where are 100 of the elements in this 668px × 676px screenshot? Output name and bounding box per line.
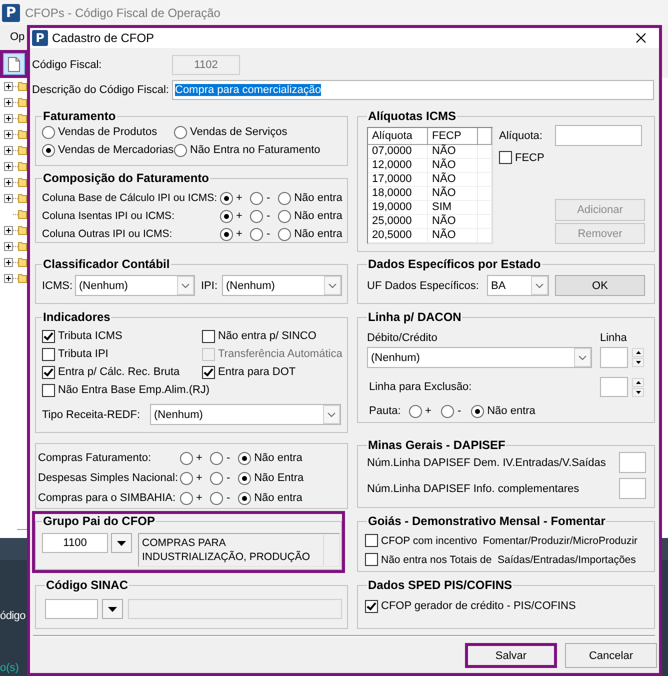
description-field: COMPRAS PARA INDUSTRIALIZAÇÃO, PRODUÇÃO (138, 533, 340, 567)
radio-button[interactable] (238, 452, 252, 464)
spin-up-button[interactable] (632, 378, 644, 386)
radio-button[interactable] (471, 404, 484, 418)
radio-button[interactable] (278, 228, 292, 240)
close-icon[interactable] (636, 33, 646, 43)
expand-icon[interactable] (4, 82, 13, 90)
checkbox[interactable] (499, 151, 512, 164)
expand-icon[interactable] (4, 258, 13, 266)
expand-icon[interactable] (4, 130, 13, 138)
dropdown-field[interactable]: (Nenhum) (75, 275, 195, 296)
group-title: Grupo Pai do CFOP (42, 514, 156, 528)
spin-down-button[interactable] (632, 358, 644, 367)
app-logo: P (2, 4, 20, 22)
dropdown-field[interactable]: (Nenhum) (150, 404, 341, 425)
radio-button[interactable] (220, 228, 233, 240)
expand-icon[interactable] (4, 178, 13, 186)
expand-icon[interactable] (4, 162, 13, 170)
table-cell: NÃO (428, 187, 478, 201)
checkbox[interactable] (42, 330, 55, 342)
radio-button[interactable] (409, 404, 422, 418)
text-field[interactable] (45, 599, 98, 619)
expand-icon[interactable] (4, 98, 13, 106)
group-title: Linha p/ DACON (367, 310, 462, 324)
radio-button[interactable] (441, 404, 454, 418)
radio-button[interactable] (250, 210, 264, 222)
radio-button[interactable] (238, 472, 252, 484)
radio-button[interactable] (180, 472, 193, 484)
expand-icon[interactable] (4, 226, 13, 234)
field-label: IPI: (201, 280, 219, 292)
checkbox[interactable] (202, 330, 215, 342)
empty-column-header (478, 128, 492, 145)
row-label: Despesas Simples Nacional: (38, 472, 180, 484)
column-header[interactable]: FECP (428, 128, 478, 145)
checkbox[interactable] (365, 534, 378, 547)
dropdown-button[interactable] (102, 599, 123, 619)
menu-item[interactable]: Op (10, 31, 25, 43)
radio-button[interactable] (174, 144, 187, 156)
radio-button[interactable] (210, 472, 224, 484)
expand-icon[interactable] (4, 146, 13, 154)
column-header[interactable]: Alíquota (368, 128, 428, 145)
spin-down-button[interactable] (632, 388, 644, 396)
text-field[interactable]: 1100 (42, 533, 108, 553)
group-title: Indicadores (42, 310, 112, 324)
radio-label: - (226, 452, 230, 464)
radio-button[interactable] (42, 126, 55, 138)
radio-button[interactable] (180, 492, 193, 504)
radio-button[interactable] (250, 228, 264, 240)
expand-icon[interactable] (4, 274, 13, 282)
checkbox[interactable] (42, 384, 55, 396)
text-field[interactable] (619, 452, 646, 473)
radio-button[interactable] (220, 210, 233, 222)
checkbox-label: Entra para DOT (218, 366, 296, 378)
status-text: o(s) (0, 662, 19, 674)
radio-button[interactable] (250, 192, 264, 204)
text-field[interactable] (128, 599, 342, 619)
row-label: Compras para o SIMBAHIA: (38, 492, 177, 504)
dropdown-button[interactable] (111, 533, 132, 553)
checkbox[interactable] (202, 366, 215, 378)
row-label: Coluna Base de Cálculo IPI ou ICMS: (42, 192, 218, 204)
radio-label: - (266, 192, 270, 204)
table-cell: NÃO (428, 145, 478, 159)
radio-button[interactable] (238, 492, 252, 504)
radio-button[interactable] (220, 192, 233, 204)
triangle-down-icon (108, 606, 117, 612)
radio-button[interactable] (180, 452, 193, 464)
checkbox[interactable] (42, 366, 55, 378)
group-title: Código SINAC (45, 578, 129, 592)
dropdown-field[interactable]: (Nenhum) (367, 347, 592, 368)
dropdown-field[interactable]: BA (487, 275, 549, 296)
radio-label: - (226, 472, 230, 484)
expand-icon[interactable] (4, 114, 13, 122)
radio-button[interactable] (42, 144, 55, 156)
text-field[interactable] (619, 478, 646, 499)
expand-icon[interactable] (4, 242, 13, 250)
checkbox-label: FECP (515, 152, 544, 164)
ok-button[interactable]: OK (555, 275, 645, 296)
checkbox[interactable] (365, 553, 378, 566)
dialog-button[interactable]: Salvar (465, 643, 557, 668)
radio-label: Não entra (294, 210, 342, 222)
checkbox[interactable] (42, 348, 55, 360)
radio-button[interactable] (174, 126, 187, 138)
radio-button[interactable] (278, 210, 292, 222)
radio-button[interactable] (210, 452, 224, 464)
dropdown-field[interactable]: (Nenhum) (222, 275, 342, 296)
text-field[interactable]: Compra para comercialização (172, 80, 654, 100)
table-cell: 19,0000 (368, 201, 428, 215)
radio-label: - (457, 405, 462, 417)
chevron-down-icon (324, 276, 341, 295)
radio-button[interactable] (278, 192, 292, 204)
expand-icon[interactable] (4, 194, 13, 202)
group-title: Classificador Contábil (42, 257, 171, 271)
text-field[interactable] (555, 125, 642, 146)
spin-field[interactable] (600, 377, 628, 397)
radio-label: - (266, 228, 270, 240)
dialog-button[interactable]: Cancelar (565, 643, 657, 668)
spin-field[interactable] (600, 347, 628, 368)
spin-up-button[interactable] (632, 348, 644, 357)
radio-button[interactable] (210, 492, 224, 504)
checkbox[interactable] (365, 600, 378, 612)
